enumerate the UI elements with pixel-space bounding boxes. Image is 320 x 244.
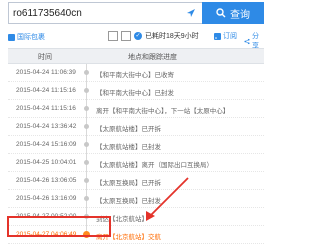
elapsed-time-text: 已耗时18天9小时 (145, 33, 199, 40)
table-row: 2015-04-24 15:16:09 【太原航站楼】已封发 (8, 136, 264, 154)
table-row: 2015-04-24 11:15:16 【和平南大街中心】已封发 (8, 82, 264, 100)
search-icon (216, 8, 226, 18)
row-desc: 离开【和平南大街中心】，下一站【太原中心】 (96, 108, 230, 115)
search-button-label: 查询 (230, 9, 250, 21)
timeline-dot (84, 106, 89, 111)
search-bar: 查询 (8, 2, 264, 24)
intl-package-label: 国际包裹 (17, 34, 45, 41)
elapsed-box-icon (121, 31, 131, 41)
table-row: 2015-04-25 10:04:01 【太原航站楼】离开（国际出口互换局） (8, 154, 264, 172)
elapsed-time: ✓ 已耗时18天9小时 (108, 30, 199, 42)
row-time: 2015-04-25 10:04:01 (16, 159, 77, 166)
row-desc: 【太原互换局】已开拆 (96, 180, 161, 187)
column-header-time: 时间 (38, 54, 52, 61)
package-icon (8, 33, 15, 41)
row-time: 2015-04-24 15:16:09 (16, 141, 77, 148)
intl-package-tag: 国际包裹 (8, 32, 45, 42)
row-time: 2015-04-26 13:16:09 (16, 195, 77, 202)
timeline-dot (84, 160, 89, 165)
rss-icon (214, 32, 221, 40)
location-pin-icon[interactable] (186, 8, 196, 18)
row-desc: 【太原航站楼】已开拆 (96, 126, 161, 133)
row-time: 2015-04-24 13:36:42 (16, 123, 77, 130)
tracking-number-input[interactable] (9, 3, 167, 23)
timeline-dot (84, 196, 89, 201)
row-desc: 【太原航站楼】已封发 (96, 144, 161, 151)
subscribe-label: 订阅 (223, 33, 237, 40)
annotation-box (7, 216, 111, 237)
timeline-dot (84, 88, 89, 93)
column-header-track: 地点和跟踪进度 (128, 54, 177, 61)
table-row: 2015-04-24 13:36:42 【太原航站楼】已开拆 (8, 118, 264, 136)
row-time: 2015-04-24 11:15:16 (16, 87, 76, 94)
table-row: 2015-04-26 13:06:05 【太原互换局】已开拆 (8, 172, 264, 190)
elapsed-box-icon (108, 31, 118, 41)
table-row: 2015-04-24 11:06:39 【和平南大街中心】已收寄 (8, 64, 264, 82)
search-button[interactable]: 查询 (202, 2, 264, 24)
row-desc: 【太原航站楼】离开（国际出口互换局） (96, 162, 213, 169)
row-time: 2015-04-24 11:15:16 (16, 105, 76, 112)
subscribe-link[interactable]: 订阅 (214, 31, 237, 41)
table-row: 2015-04-26 13:16:09 【太原互换局】已封发 (8, 190, 264, 208)
share-icon (244, 38, 250, 44)
search-field[interactable] (8, 2, 202, 24)
row-desc: 【和平南大街中心】已收寄 (96, 72, 174, 79)
timeline-dot (84, 178, 89, 183)
tracking-table-header: 时间 地点和跟踪进度 (8, 48, 264, 64)
timeline-dot (84, 142, 89, 147)
status-row: 国际包裹 ✓ 已耗时18天9小时 订阅 分享 (8, 30, 264, 50)
row-time: 2015-04-24 11:06:39 (16, 69, 76, 76)
timeline-dot (84, 70, 89, 75)
row-desc: 【太原互换局】已封发 (96, 198, 161, 205)
row-time: 2015-04-26 13:06:05 (16, 177, 77, 184)
check-icon: ✓ (134, 32, 142, 40)
timeline-dot (84, 124, 89, 129)
row-desc: 【和平南大街中心】已封发 (96, 90, 174, 97)
table-row: 2015-04-24 11:15:16 离开【和平南大街中心】，下一站【太原中心… (8, 100, 264, 118)
